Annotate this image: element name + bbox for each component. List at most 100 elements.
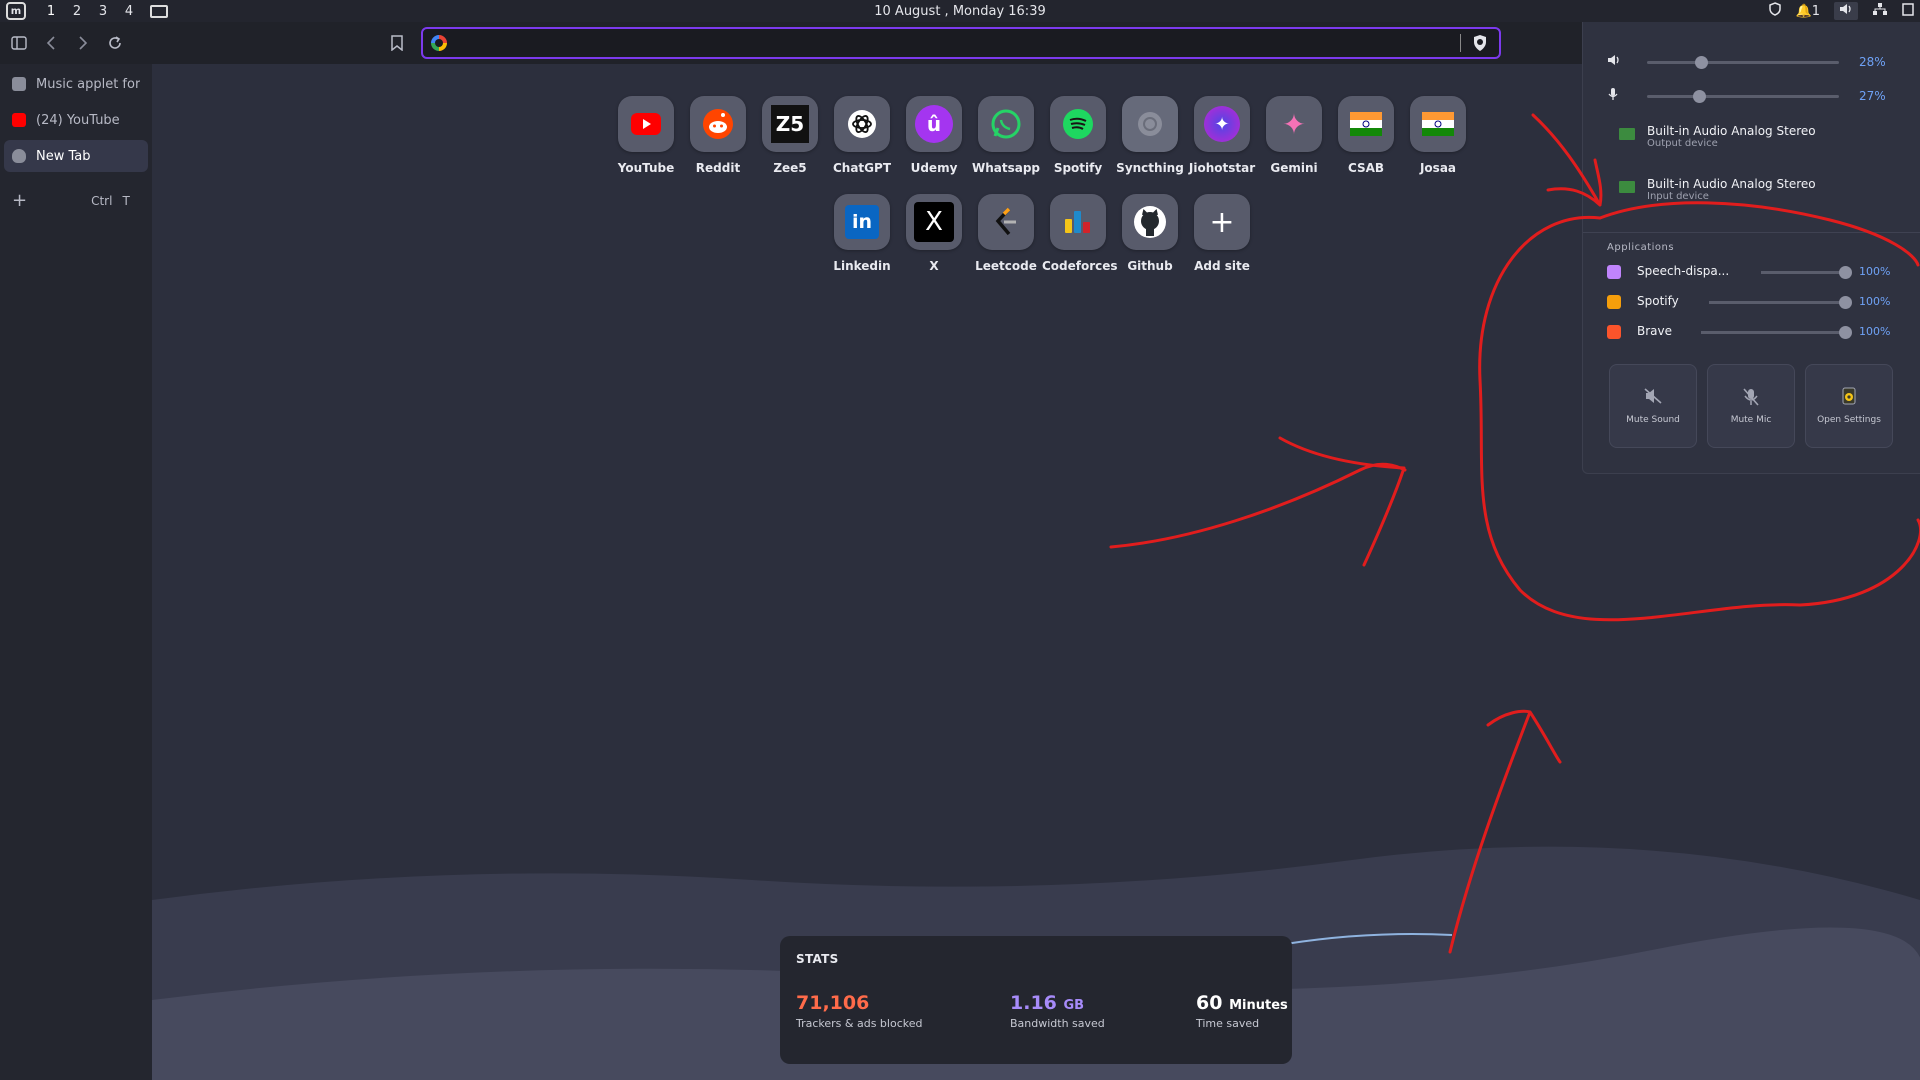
tile-csab[interactable]: CSAB — [1330, 96, 1402, 175]
workspace-2[interactable]: 2 — [64, 4, 90, 19]
back-icon[interactable] — [38, 30, 64, 56]
stat-time: 60 Minutes Time saved — [1196, 992, 1288, 1030]
tile-x[interactable]: X X — [898, 194, 970, 273]
brave-favicon-icon — [12, 149, 26, 163]
system-panel: m 1 2 3 4 10 August , Monday 16:39 🔔1 — [0, 0, 1920, 22]
tile-syncthing[interactable]: Syncthing — [1114, 96, 1186, 175]
volume-tray-icon[interactable] — [1834, 2, 1858, 20]
tile-whatsapp[interactable]: Whatsapp — [970, 96, 1042, 175]
tile-gemini[interactable]: ✦ Gemini — [1258, 96, 1330, 175]
bookmark-icon[interactable] — [386, 30, 408, 56]
menu-logo-icon[interactable]: m — [6, 2, 26, 20]
tile-linkedin[interactable]: in Linkedin — [826, 194, 898, 273]
network-icon[interactable] — [1872, 2, 1888, 20]
slider-thumb[interactable] — [1692, 89, 1706, 103]
tile-label: Josaa — [1419, 161, 1457, 175]
app-volume-slider[interactable] — [1709, 301, 1845, 304]
input-device[interactable]: Built-in Audio Analog Stereo Input devic… — [1619, 177, 1816, 202]
mute-mic-icon — [1708, 387, 1794, 409]
app-volume-slider[interactable] — [1701, 331, 1845, 334]
input-device-type: Input device — [1647, 191, 1709, 202]
tile-label: Jiohotstar — [1188, 161, 1256, 175]
tile-label: Linkedin — [833, 259, 891, 273]
output-device-name: Built-in Audio Analog Stereo — [1647, 124, 1816, 138]
tile-jiohotstar[interactable]: ✦ Jiohotstar — [1186, 96, 1258, 175]
workspace-1[interactable]: 1 — [38, 4, 64, 19]
tile-youtube[interactable]: YouTube — [610, 96, 682, 175]
slider-thumb[interactable] — [1694, 55, 1708, 69]
tile-label: ChatGPT — [832, 161, 891, 175]
applications-title: Applications — [1607, 242, 1675, 253]
shield-tray-icon[interactable] — [1768, 2, 1782, 20]
workspace-4[interactable]: 4 — [116, 4, 142, 19]
tile-github[interactable]: Github — [1114, 194, 1186, 273]
tile-label: Whatsapp — [971, 161, 1041, 175]
output-volume-slider[interactable] — [1647, 55, 1839, 69]
x-icon: X — [906, 194, 962, 250]
tab-title: (24) YouTube — [36, 112, 120, 128]
window-overview-icon[interactable] — [150, 4, 168, 18]
mute-mic-button[interactable]: Mute Mic — [1707, 364, 1795, 448]
tile-label: Gemini — [1270, 161, 1318, 175]
app-volume-slider[interactable] — [1761, 271, 1845, 274]
slider-thumb[interactable] — [1839, 266, 1852, 279]
zee5-icon: Z5 — [762, 96, 818, 152]
app-name: Speech-dispa... — [1637, 264, 1730, 278]
mute-sound-button[interactable]: Mute Sound — [1609, 364, 1697, 448]
address-input[interactable] — [447, 29, 1460, 57]
stat-trackers: 71,106 Trackers & ads blocked — [796, 992, 922, 1030]
tile-spotify[interactable]: Spotify — [1042, 96, 1114, 175]
tile-chatgpt[interactable]: ChatGPT — [826, 96, 898, 175]
clock[interactable]: 10 August , Monday 16:39 — [0, 4, 1920, 19]
sidebar-toggle-icon[interactable] — [6, 30, 32, 56]
india-flag-icon — [1410, 96, 1466, 152]
bandwidth-label: Bandwidth saved — [1010, 1017, 1105, 1030]
tile-leetcode[interactable]: Leetcode — [970, 194, 1042, 273]
tile-label: Reddit — [695, 161, 741, 175]
input-volume-row: 27% — [1607, 86, 1907, 106]
app-volume-percent: 100% — [1859, 325, 1891, 338]
open-settings-button[interactable]: Open Settings — [1805, 364, 1893, 448]
tile-label: Codeforces — [1042, 259, 1118, 273]
input-device-name: Built-in Audio Analog Stereo — [1647, 177, 1816, 191]
tile-label: Zee5 — [773, 161, 807, 175]
notification-icon[interactable]: 🔔1 — [1796, 4, 1820, 19]
time-value: 60 — [1196, 992, 1223, 1014]
stat-bandwidth: 1.16 GB Bandwidth saved — [1010, 992, 1105, 1030]
slider-thumb[interactable] — [1839, 326, 1852, 339]
workspace-3[interactable]: 3 — [90, 4, 116, 19]
tile-udemy[interactable]: û Udemy — [898, 96, 970, 175]
clipboard-icon[interactable] — [1902, 2, 1914, 20]
tab-new-tab[interactable]: New Tab — [4, 140, 148, 172]
open-settings-label: Open Settings — [1817, 415, 1881, 425]
reload-icon[interactable] — [102, 30, 128, 56]
zee5-glyph: Z5 — [771, 105, 809, 143]
tab-youtube[interactable]: (24) YouTube — [4, 104, 148, 136]
reddit-icon — [690, 96, 746, 152]
new-tab-button[interactable]: + Ctrl T — [12, 190, 142, 211]
tile-reddit[interactable]: Reddit — [682, 96, 754, 175]
tab-music-applet[interactable]: Music applet for — [4, 68, 148, 100]
tile-josaa[interactable]: Josaa — [1402, 96, 1474, 175]
slider-thumb[interactable] — [1839, 296, 1852, 309]
app-volume-percent: 100% — [1859, 295, 1891, 308]
input-volume-slider[interactable] — [1647, 89, 1839, 103]
output-device[interactable]: Built-in Audio Analog Stereo Output devi… — [1619, 124, 1816, 149]
shortcut-ctrl: Ctrl — [91, 193, 113, 208]
app-name: Brave — [1637, 324, 1673, 338]
tile-zee5[interactable]: Z5 Zee5 — [754, 96, 826, 175]
tile-add-site[interactable]: + Add site — [1186, 194, 1258, 273]
microphone-icon[interactable] — [1607, 87, 1627, 105]
tile-label: X — [929, 259, 939, 273]
mute-mic-label: Mute Mic — [1730, 415, 1772, 425]
chatgpt-icon — [834, 96, 890, 152]
udemy-icon: û — [906, 96, 962, 152]
time-value-row: 60 Minutes — [1196, 992, 1288, 1014]
speaker-icon[interactable] — [1607, 54, 1627, 70]
address-bar[interactable] — [421, 27, 1501, 59]
jiohotstar-glyph: ✦ — [1204, 106, 1240, 142]
brave-shields-icon[interactable] — [1471, 34, 1489, 52]
tile-codeforces[interactable]: Codeforces — [1042, 194, 1118, 273]
tile-label: CSAB — [1347, 161, 1385, 175]
forward-icon[interactable] — [70, 30, 96, 56]
